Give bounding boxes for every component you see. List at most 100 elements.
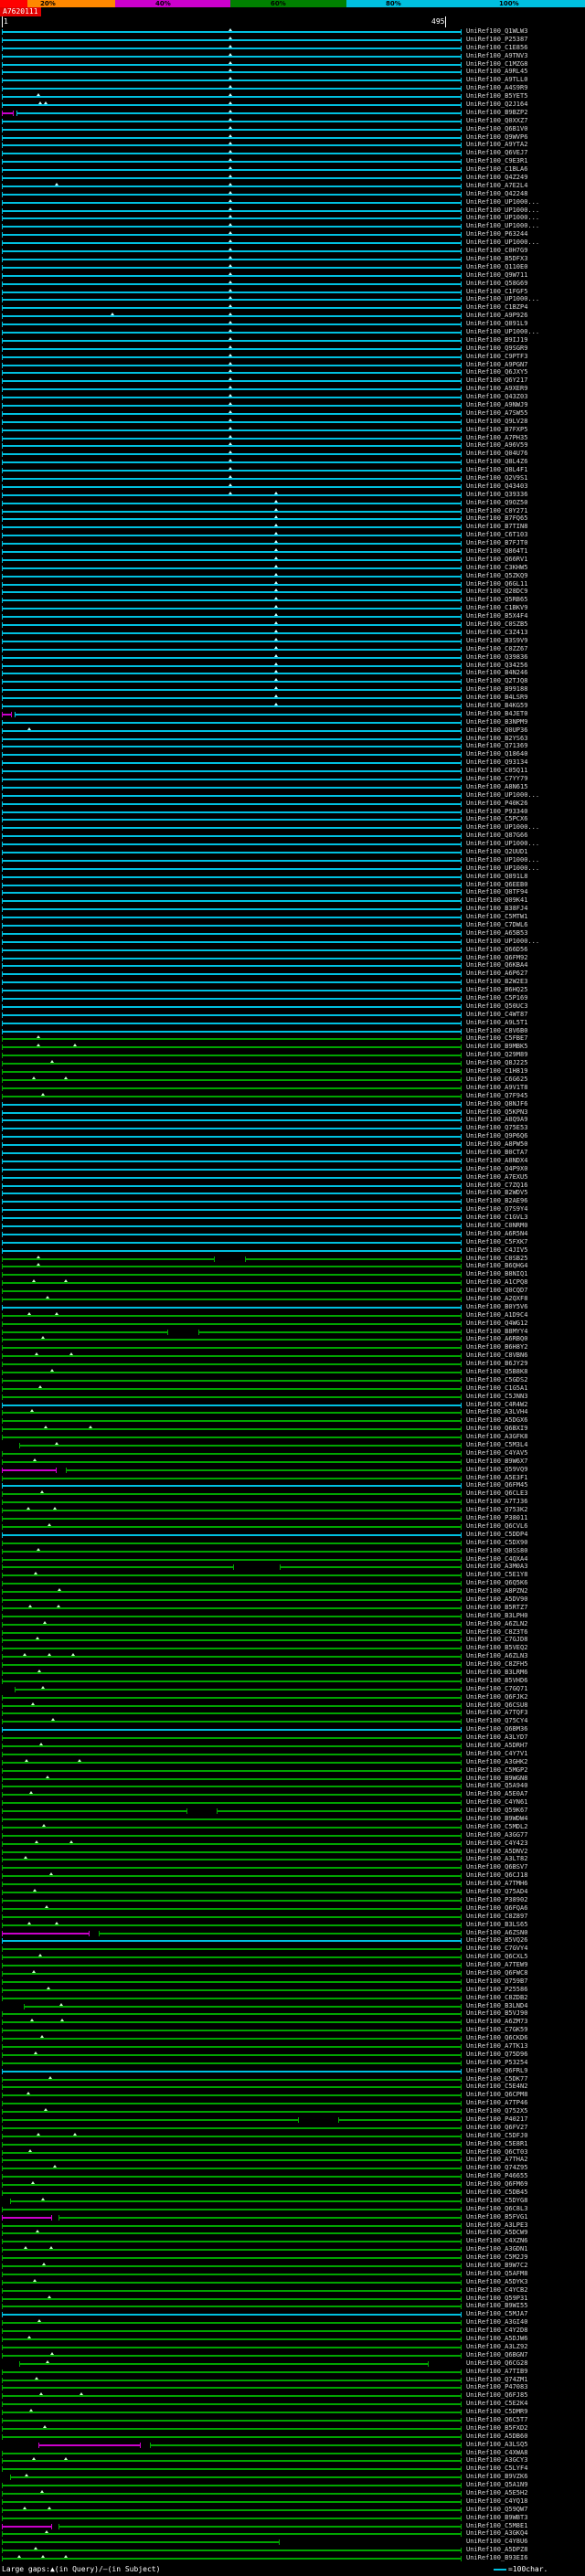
hit-bar[interactable] <box>24 2003 462 2009</box>
hit-label[interactable]: UniRef100_C3KHW5 <box>466 564 527 571</box>
hit-label[interactable]: UniRef100_Q6KBA4 <box>466 962 527 969</box>
hit-bar[interactable] <box>2 78 462 84</box>
hit-label[interactable]: UniRef100_A3LVH4 <box>466 1409 527 1415</box>
hit-label[interactable]: UniRef100_A5DRH7 <box>466 1743 527 1749</box>
hit-label[interactable]: UniRef100_Q75E53 <box>466 1125 527 1131</box>
hit-label[interactable]: UniRef100_A7TQF3 <box>466 1710 527 1716</box>
hit-bar[interactable] <box>2 2295 462 2302</box>
hit-bar[interactable] <box>2 2116 299 2123</box>
hit-bar[interactable] <box>2 1491 462 1498</box>
hit-label[interactable]: UniRef100_A7THA2 <box>466 2157 527 2163</box>
hit-label[interactable]: UniRef100_P46655 <box>466 2173 527 2179</box>
hit-label[interactable]: UniRef100_B0CTA7 <box>466 1149 527 1156</box>
hit-label[interactable]: UniRef100_C6G625 <box>466 1076 527 1083</box>
hit-label[interactable]: UniRef100_UP1000... <box>466 824 539 831</box>
hit-label[interactable]: UniRef100_Q6GL11 <box>466 580 527 588</box>
hit-label[interactable]: UniRef100_B8MYY4 <box>466 1328 527 1335</box>
hit-bar[interactable] <box>19 1443 462 1449</box>
hit-label[interactable]: UniRef100_B5YET5 <box>466 93 527 100</box>
hit-bar[interactable] <box>2 1800 462 1807</box>
hit-bar[interactable] <box>2 2076 462 2083</box>
hit-label[interactable]: UniRef100_C4WT87 <box>466 1011 527 1018</box>
hit-label[interactable]: UniRef100_C1MZG8 <box>466 60 527 68</box>
hit-label[interactable]: UniRef100_B0Y5V6 <box>466 1303 527 1310</box>
hit-label[interactable]: UniRef100_Q2UUD1 <box>466 848 527 855</box>
hit-bar[interactable] <box>2 37 462 43</box>
hit-label[interactable]: UniRef100_C0SB25 <box>466 1255 527 1262</box>
hit-label[interactable]: UniRef100_B4KG59 <box>466 702 527 709</box>
hit-bar[interactable] <box>217 1808 462 1815</box>
hit-bar[interactable] <box>2 61 462 68</box>
hit-bar[interactable] <box>2 2174 462 2180</box>
hit-bar[interactable] <box>2 663 462 669</box>
hit-bar[interactable] <box>2 1085 462 1091</box>
hit-label[interactable]: UniRef100_A3LYD7 <box>466 1734 527 1741</box>
hit-label[interactable]: UniRef100_A5DB60 <box>466 2433 527 2440</box>
hit-label[interactable]: UniRef100_Q6BM36 <box>466 1726 527 1733</box>
hit-label[interactable]: UniRef100_Q50UC3 <box>466 1002 527 1010</box>
hit-label[interactable]: UniRef100_C5M2J9 <box>466 2254 527 2261</box>
hit-label[interactable]: UniRef100_A5DYK3 <box>466 2278 527 2285</box>
hit-bar[interactable] <box>2 1817 462 1823</box>
hit-label[interactable]: UniRef100_Q9SGR9 <box>466 345 527 352</box>
hit-bar[interactable] <box>2 1532 462 1538</box>
hit-bar[interactable] <box>2 2523 52 2529</box>
hit-label[interactable]: UniRef100_Q18640 <box>466 751 527 758</box>
hit-label[interactable]: UniRef100_C0H7G9 <box>466 248 527 254</box>
hit-bar[interactable] <box>2 646 462 652</box>
hit-bar[interactable] <box>2 1076 462 1083</box>
hit-label[interactable]: UniRef100_Q6FJ85 <box>466 2392 527 2399</box>
hit-bar[interactable] <box>197 1329 463 1335</box>
hit-bar[interactable] <box>2 167 462 174</box>
hit-label[interactable]: UniRef100_A9V1T8 <box>466 1084 527 1091</box>
hit-bar[interactable] <box>2 492 462 498</box>
hit-label[interactable]: UniRef100_Q4P9X0 <box>466 1165 527 1172</box>
hit-label[interactable]: UniRef100_Q59K67 <box>466 1807 527 1814</box>
hit-bar[interactable] <box>2 1784 462 1790</box>
hit-bar[interactable] <box>2 2328 462 2335</box>
hit-bar[interactable] <box>2 2433 462 2440</box>
hit-bar[interactable] <box>2 175 462 182</box>
hit-label[interactable]: UniRef100_C05Q11 <box>466 768 527 774</box>
hit-bar[interactable] <box>2 216 462 222</box>
hit-bar[interactable] <box>2 1719 462 1725</box>
hit-label[interactable]: UniRef100_Q2V9S1 <box>466 475 527 482</box>
hit-label[interactable]: UniRef100_Q39836 <box>466 653 527 661</box>
hit-label[interactable]: UniRef100_Q6JXY5 <box>466 369 527 376</box>
hit-label[interactable]: UniRef100_A6ZM73 <box>466 2019 527 2025</box>
hit-label[interactable]: UniRef100_A6ZLN3 <box>466 1653 527 1659</box>
hit-label[interactable]: UniRef100_A5DV90 <box>466 1595 527 1603</box>
hit-bar[interactable] <box>2 1182 462 1189</box>
hit-label[interactable]: UniRef100_B5DFX3 <box>466 255 527 262</box>
hit-bar[interactable] <box>2 2214 52 2221</box>
hit-bar[interactable] <box>2 2133 462 2139</box>
hit-bar[interactable] <box>2 1126 462 1132</box>
hit-bar[interactable] <box>2 134 462 141</box>
hit-label[interactable]: UniRef100_Q5KPN3 <box>466 1108 527 1116</box>
hit-bar[interactable] <box>2 224 462 230</box>
hit-label[interactable]: UniRef100_B7TIN8 <box>466 524 527 530</box>
hit-bar[interactable] <box>37 2442 141 2448</box>
hit-label[interactable]: UniRef100_UP1000... <box>466 938 539 945</box>
hit-bar[interactable] <box>2 500 462 506</box>
hit-label[interactable]: UniRef100_A3GDN1 <box>466 2246 527 2253</box>
hit-bar[interactable] <box>2 614 462 620</box>
hit-bar[interactable] <box>2 963 462 970</box>
hit-label[interactable]: UniRef100_Q110E0 <box>466 263 527 270</box>
hit-label[interactable]: UniRef100_B6H8Y2 <box>466 1344 527 1351</box>
hit-label[interactable]: UniRef100_C5DFJ0 <box>466 2132 527 2139</box>
hit-bar[interactable] <box>2 313 462 320</box>
hit-label[interactable]: UniRef100_B4JET0 <box>466 710 527 717</box>
hit-label[interactable]: UniRef100_C5DMR9 <box>466 2409 527 2415</box>
hit-label[interactable]: UniRef100_C5DK77 <box>466 2075 527 2083</box>
hit-bar[interactable] <box>2 1118 462 1124</box>
hit-bar[interactable] <box>2 671 462 677</box>
hit-bar[interactable] <box>2 1353 462 1360</box>
hit-label[interactable]: UniRef100_C5GDS2 <box>466 1376 527 1383</box>
hit-bar[interactable] <box>2 249 462 255</box>
hit-label[interactable]: UniRef100_Q29M89 <box>466 1052 527 1058</box>
hit-bar[interactable] <box>2 1727 462 1733</box>
hit-bar[interactable] <box>2 2490 462 2496</box>
hit-bar[interactable] <box>2 53 462 59</box>
hit-label[interactable]: UniRef100_C0SZB5 <box>466 621 527 628</box>
